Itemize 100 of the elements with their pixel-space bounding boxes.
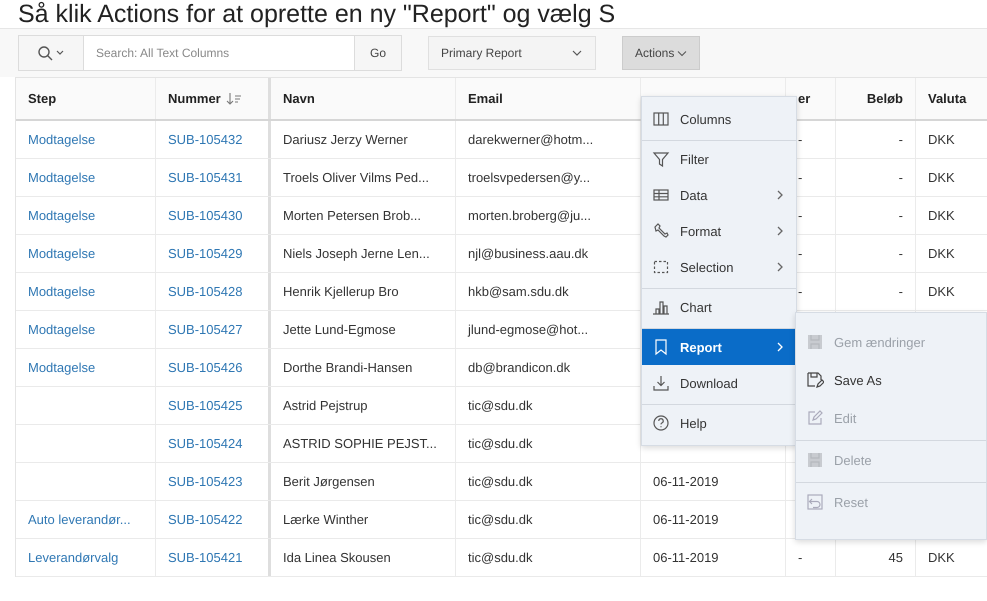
chevron-icon: [776, 189, 784, 201]
search-button[interactable]: [18, 35, 84, 71]
menu-item[interactable]: Filter: [642, 140, 796, 177]
undo-square-icon: [806, 493, 824, 511]
link[interactable]: SUB-105422: [168, 512, 242, 527]
go-button[interactable]: Go: [354, 35, 402, 71]
chevron-icon: [776, 261, 784, 273]
header-label: Nummer: [168, 91, 221, 106]
table-cell: -: [898, 132, 903, 147]
table-cell: tic@sdu.dk: [468, 436, 532, 451]
search-icon: [37, 45, 65, 61]
caption-text: Så klik Actions for at oprette en ny "Report" og vælg S: [17, 0, 616, 28]
table-cell: Henrik Kjellerup Bro: [283, 284, 399, 299]
table-cell: Astrid Pejstrup: [283, 398, 368, 413]
table-cell: -: [898, 208, 903, 223]
link[interactable]: Modtagelse: [28, 170, 96, 185]
wrench-icon: [652, 222, 670, 240]
link[interactable]: SUB-105424: [168, 436, 242, 451]
table-cell: njl@business.aau.dk: [468, 246, 588, 261]
pencil-square-icon: [806, 409, 824, 427]
link[interactable]: SUB-105429: [168, 246, 242, 261]
column-header[interactable]: Step: [16, 78, 156, 119]
column-header[interactable]: Navn: [271, 78, 456, 119]
table-cell: 06-11-2019: [653, 550, 719, 565]
download-icon: [652, 374, 670, 392]
link[interactable]: SUB-105428: [168, 284, 242, 299]
table-cell: tic@sdu.dk: [468, 398, 532, 413]
column-header[interactable]: Nummer: [156, 78, 271, 119]
link[interactable]: SUB-105430: [168, 208, 242, 223]
table-cell: db@brandicon.dk: [468, 360, 570, 375]
table-cell: Niels Joseph Jerne Len...: [283, 246, 430, 261]
table-cell: ASTRID SOPHIE PEJST...: [283, 436, 437, 451]
table-cell: DKK: [928, 208, 955, 223]
header-label: Step: [28, 91, 56, 106]
dashed-square-icon: [652, 258, 670, 276]
header-label: er: [798, 91, 810, 106]
link[interactable]: SUB-105427: [168, 322, 242, 337]
table-cell: -: [798, 550, 802, 565]
link[interactable]: SUB-105426: [168, 360, 242, 375]
table-cell: -: [798, 284, 802, 299]
link[interactable]: Modtagelse: [28, 208, 96, 223]
table-cell: -: [798, 246, 802, 261]
link[interactable]: Modtagelse: [28, 322, 96, 337]
table-cell: 06-11-2019: [653, 474, 719, 489]
link[interactable]: Modtagelse: [28, 132, 96, 147]
link[interactable]: SUB-105432: [168, 132, 242, 147]
floppy-pencil-icon: [806, 371, 824, 389]
link[interactable]: SUB-105425: [168, 398, 242, 413]
link[interactable]: Modtagelse: [28, 246, 96, 261]
menu-item[interactable]: Selection: [642, 249, 796, 285]
actions-button[interactable]: Actions: [622, 36, 700, 70]
table-cell: Troels Oliver Vilms Ped...: [283, 170, 429, 185]
column-header[interactable]: Valuta: [916, 78, 987, 119]
table-cell: -: [798, 132, 802, 147]
table-cell: tic@sdu.dk: [468, 550, 532, 565]
link[interactable]: Modtagelse: [28, 360, 96, 375]
header-label: Beløb: [866, 91, 903, 106]
caret-icon: [677, 50, 688, 56]
menu-item[interactable]: Format: [642, 213, 796, 249]
table-cell: Dorthe Brandi-Hansen: [283, 360, 412, 375]
link[interactable]: SUB-105423: [168, 474, 242, 489]
table-cell: Lærke Winther: [283, 512, 368, 527]
header-label: Valuta: [928, 91, 966, 106]
table-cell: Jette Lund-Egmose: [283, 322, 396, 337]
menu-item[interactable]: Save As: [796, 361, 986, 399]
link[interactable]: Auto leverandør...: [28, 512, 131, 527]
chevron-icon: [776, 341, 784, 353]
report-select[interactable]: Primary Report: [428, 36, 596, 70]
table-cell: DKK: [928, 246, 955, 261]
table-cell: -: [898, 246, 903, 261]
floppy-icon: [806, 333, 824, 351]
table-cell: Ida Linea Skousen: [283, 550, 391, 565]
table-cell: DKK: [928, 170, 955, 185]
menu-item[interactable]: Download: [642, 365, 796, 401]
link[interactable]: Modtagelse: [28, 284, 96, 299]
filter-icon: [652, 150, 670, 168]
search-field[interactable]: Search: All Text Columns: [84, 35, 354, 71]
table-cell: troelsvpedersen@y...: [468, 170, 590, 185]
table-cell: Morten Petersen Brob...: [283, 208, 422, 223]
table-cell: DKK: [928, 132, 955, 147]
table-cell: -: [798, 208, 802, 223]
table-cell: 45: [888, 550, 903, 565]
table-cell: hkb@sam.sdu.dk: [468, 284, 569, 299]
link[interactable]: SUB-105431: [168, 170, 242, 185]
columns-icon: [652, 110, 670, 128]
link[interactable]: Leverandørvalg: [28, 550, 118, 565]
table-cell: morten.broberg@ju...: [468, 208, 592, 223]
chevron-icon: [776, 225, 784, 237]
table-cell: tic@sdu.dk: [468, 512, 532, 527]
table-cell: Berit Jørgensen: [283, 474, 375, 489]
menu-item[interactable]: Data: [642, 177, 796, 213]
table-cell: -: [798, 170, 802, 185]
table-cell: DKK: [928, 284, 955, 299]
link[interactable]: SUB-105421: [168, 550, 242, 565]
column-header[interactable]: Beløb: [836, 78, 916, 119]
caret-icon: [571, 49, 583, 57]
menu-item[interactable]: Report: [642, 328, 796, 365]
help-icon: [652, 414, 670, 432]
table-cell: -: [898, 284, 903, 299]
table-cell: darekwerner@hotm...: [468, 132, 594, 147]
